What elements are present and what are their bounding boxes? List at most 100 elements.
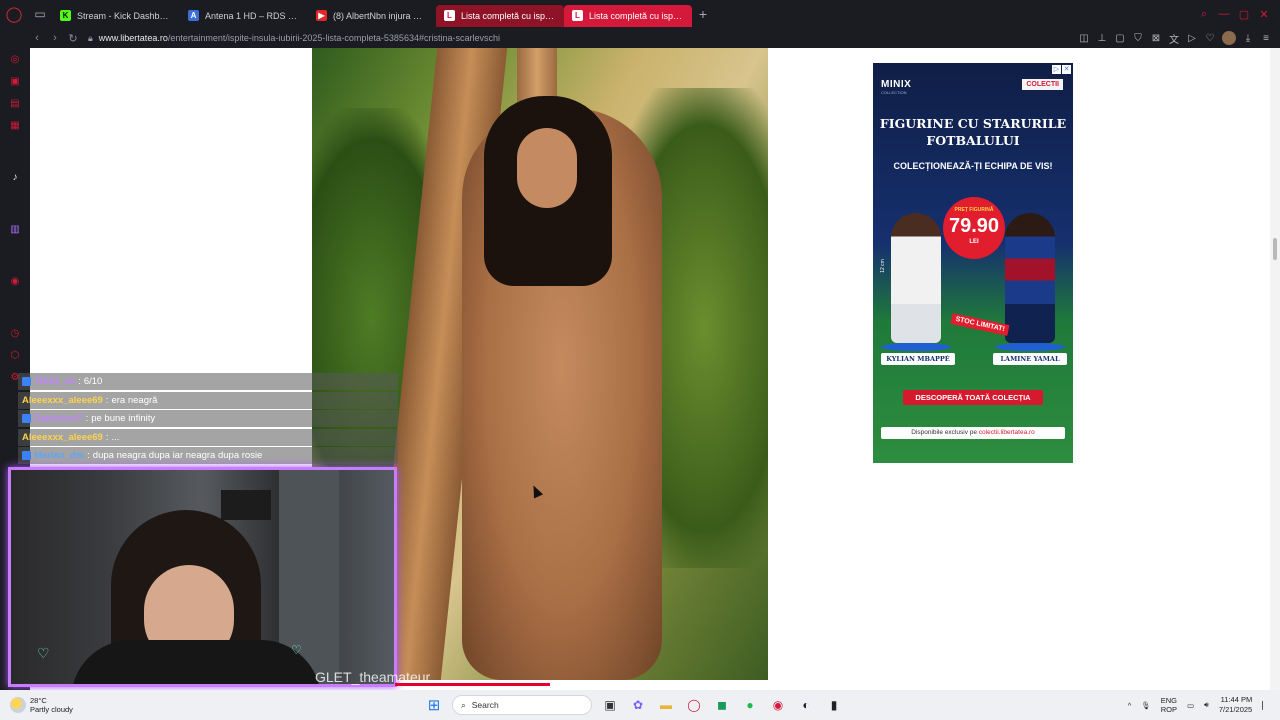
twitch-icon[interactable]: ▥ [9, 224, 21, 236]
heart-icon: ♡ [291, 643, 302, 657]
volume-icon[interactable]: 🔊︎ [1204, 700, 1209, 710]
chat-username[interactable]: Aleeexxx_aleee69 [22, 432, 103, 443]
figurine-right [1005, 213, 1055, 343]
tab-antena1[interactable]: A Antena 1 HD – RDS Live [180, 5, 308, 27]
show-desktop-icon[interactable]: ▏ [1262, 701, 1268, 710]
system-clock[interactable]: 11:44 PM 7/21/2025 [1219, 695, 1252, 715]
chat-username[interactable]: TIKKI_xo [34, 376, 75, 387]
new-tab-button[interactable]: + [692, 0, 714, 28]
price-value: 79.90 [948, 215, 1000, 237]
chat-text: pe bune infinity [91, 413, 156, 425]
youtube-favicon-icon: ▶ [316, 10, 327, 21]
reload-icon[interactable]: ↻ [64, 32, 82, 45]
weather-widget[interactable]: 28°C Partly cloudy [0, 696, 200, 714]
antena-favicon-icon: A [188, 10, 199, 21]
advertisement-banner[interactable]: ▷ ✕ MINIX COLLECTION COLECTII FIGURINE C… [873, 63, 1073, 463]
split-view-icon[interactable]: ◫ [1078, 33, 1090, 44]
forward-icon[interactable]: › [46, 32, 64, 44]
opera-logo-icon[interactable]: ◯ [0, 0, 28, 28]
lock-icon: 🔒︎ [88, 32, 93, 43]
workspaces-icon[interactable]: ▭ [28, 0, 52, 28]
price-label: PREȚ FIGURINĂ [954, 207, 994, 213]
crypto-wallet-icon[interactable]: ▣ [9, 76, 21, 88]
player-icon[interactable]: ▤ [9, 98, 21, 110]
tiktok-icon[interactable]: ♪ [9, 172, 21, 184]
address-bar: ‹ › ↻ 🔒︎ www.libertatea.ro/entertainment… [0, 28, 1280, 48]
chat-separator: : [78, 376, 81, 387]
discord-icon[interactable]: ◼ [712, 695, 732, 715]
stock-ribbon: STOC LIMITAT! [950, 313, 1010, 336]
chat-message: Marian_dm: dupa neagra dupa iar neagra du… [18, 447, 398, 465]
tab-label: (8) AlbertNbn injura Rom [333, 10, 428, 21]
weather-condition: Partly cloudy [30, 705, 73, 714]
opera-gx-icon[interactable]: ◉ [768, 695, 788, 715]
snapshot-icon[interactable]: ▢ [1114, 33, 1126, 44]
chat-username[interactable]: Aleeexxx_aleee69 [22, 395, 103, 406]
pin-icon[interactable]: ⊥ [1096, 33, 1108, 44]
tab-kick-dashboard[interactable]: K Stream - Kick Dashboard [52, 5, 180, 27]
libertatea-favicon-icon: L [444, 10, 455, 21]
search-placeholder: Search [471, 700, 499, 710]
extensions-icon[interactable]: ⬡ [9, 350, 21, 362]
chat-username[interactable]: Danielcro7 [34, 413, 83, 424]
chat-username[interactable]: Marian_dm [34, 450, 84, 461]
vpn-icon[interactable]: ⊠ [1150, 33, 1162, 44]
url-path: /entertainment/ispite-insula-iubirii-202… [167, 33, 500, 43]
ad-footer: Disponibile exclusiv pe colectii.liberta… [881, 427, 1065, 439]
chat-separator: : [87, 450, 90, 462]
chat-separator: : [105, 431, 109, 443]
url-field[interactable]: 🔒︎ www.libertatea.ro/entertainment/ispit… [88, 33, 500, 44]
epic-games-icon[interactable]: ▮ [824, 695, 844, 715]
aria-icon[interactable]: ◎ [9, 54, 21, 66]
close-icon[interactable]: ✕ [1256, 8, 1272, 21]
page-scrollbar[interactable] [1270, 48, 1280, 690]
size-label: 12 cm [879, 259, 886, 273]
play-icon[interactable]: ▷ [1186, 33, 1198, 44]
figurine-base [995, 343, 1065, 351]
heart-icon[interactable]: ♡ [1204, 33, 1216, 44]
ad-close-icon[interactable]: ✕ [1062, 65, 1071, 74]
profile-avatar[interactable] [1222, 31, 1236, 45]
language-indicator[interactable]: ENG ROP [1161, 696, 1177, 714]
chat-message: Danielcro7: pe bune infinity [18, 410, 398, 428]
menu-icon[interactable]: ≡ [1260, 33, 1272, 44]
chat-message: TIKKI_xo:6/10 [18, 373, 398, 390]
scrollbar-thumb[interactable] [1273, 238, 1277, 260]
partly-cloudy-icon [10, 697, 26, 713]
tab-libertatea-1[interactable]: L Lista completă cu ispitele [436, 4, 564, 27]
chat-message: Aleeexxx_aleee69: era neagră [18, 391, 398, 409]
windows-start-icon[interactable]: ⊞ [424, 695, 444, 715]
ad-cta-button[interactable]: DESCOPERĂ TOATĂ COLECȚIA [903, 390, 1043, 405]
libertatea-favicon-icon: L [572, 10, 583, 21]
search-tabs-icon[interactable]: ⌕ [1196, 8, 1212, 21]
tab-libertatea-2[interactable]: L Lista completă cu ispitele [564, 4, 692, 27]
language-top: ENG [1160, 696, 1178, 705]
stream-progress-bar [395, 683, 550, 686]
back-icon[interactable]: ‹ [28, 32, 46, 44]
shield-icon[interactable]: ⛉ [1132, 33, 1144, 44]
microphone-icon[interactable]: 🎙︎ [1141, 701, 1151, 710]
search-icon: ⌕ [461, 699, 466, 710]
messenger-icon[interactable]: ▦ [9, 120, 21, 132]
download-icon[interactable]: ⤓ [1242, 33, 1254, 44]
maximize-icon[interactable]: ▢ [1236, 8, 1252, 21]
browser-tab-strip: ◯ ▭ K Stream - Kick Dashboard A Antena 1… [0, 0, 1280, 28]
opera-taskbar-icon[interactable]: ◯ [684, 695, 704, 715]
copilot-icon[interactable]: ✿ [628, 695, 648, 715]
tab-youtube[interactable]: ▶ (8) AlbertNbn injura Rom [308, 5, 436, 27]
steam-icon[interactable]: ◐ [796, 695, 816, 715]
tray-overflow-icon[interactable]: ^ [1128, 701, 1132, 710]
ad-footer-link[interactable]: colectii.libertatea.ro [979, 429, 1035, 436]
adchoices-icon[interactable]: ▷ [1052, 65, 1061, 74]
history-icon[interactable]: ◉ [9, 276, 21, 288]
network-icon[interactable]: ▭ [1187, 701, 1194, 710]
taskbar-search[interactable]: ⌕ Search [452, 695, 592, 715]
spotify-icon[interactable]: ● [740, 695, 760, 715]
language-bottom: ROP [1160, 705, 1178, 714]
clock-icon[interactable]: ◷ [9, 328, 21, 340]
file-explorer-icon[interactable]: ▬ [656, 695, 676, 715]
chat-message: Aleeexxx_aleee69:... [18, 428, 398, 446]
translate-icon[interactable]: 文 [1168, 31, 1180, 46]
task-view-icon[interactable]: ▣ [600, 695, 620, 715]
minimize-icon[interactable]: — [1216, 8, 1232, 21]
